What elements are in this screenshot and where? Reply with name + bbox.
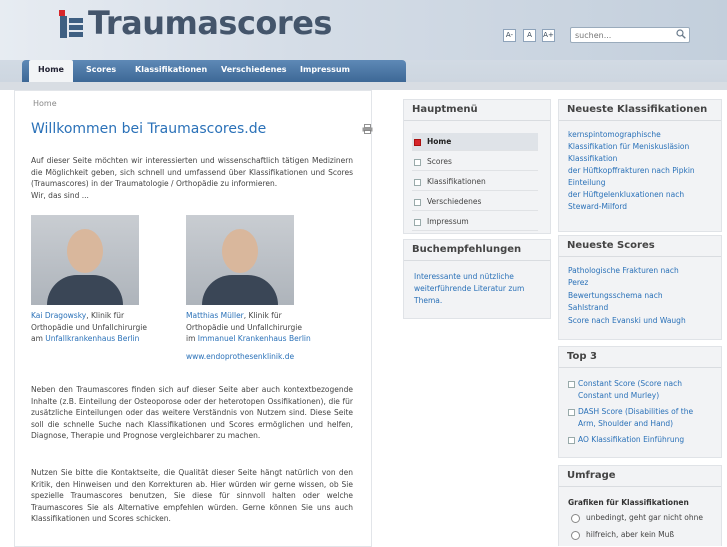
klassifikation-pipkin-link[interactable]: Klassifikation der Hüftkopffrakturen nach…	[568, 153, 695, 177]
top3-panel: Top 3 Constant Score (Score nach Constant…	[558, 346, 722, 458]
bullet-icon	[414, 138, 421, 146]
nav-home[interactable]: Home	[29, 60, 73, 82]
bullet-icon	[414, 198, 421, 206]
klassifikation-meniskus-link[interactable]: kernspintomographische Klassifikation für…	[568, 129, 689, 153]
print-icon[interactable]	[362, 124, 373, 134]
nav-impressum[interactable]: Impressum	[300, 60, 350, 82]
bullet-icon	[568, 408, 575, 416]
radio-icon[interactable]	[571, 513, 580, 523]
menu-klassifikationen[interactable]: Klassifikationen	[412, 173, 538, 191]
search-input[interactable]	[573, 28, 677, 42]
buchempfehlungen-link[interactable]: Interessante und nützliche weiterführende…	[414, 271, 524, 307]
caption-matthias-mueller: Matthias Müller, Klinik für Orthopädie u…	[186, 311, 311, 361]
bullet-icon	[568, 436, 575, 444]
font-reset-button[interactable]: A	[523, 29, 536, 42]
hauptmenu-title: Hauptmenü	[404, 100, 550, 121]
bullet-icon	[414, 218, 421, 226]
neueste-klassifikationen-title: Neueste Klassifikationen	[559, 100, 721, 121]
poll-option-2[interactable]: hilfreich, aber kein Muß	[571, 530, 674, 540]
main-nav: Home Scores Klassifikationen Verschieden…	[22, 60, 406, 82]
bullet-icon	[414, 178, 421, 186]
font-increase-button[interactable]: A+	[542, 29, 555, 42]
menu-home[interactable]: Home	[412, 133, 538, 151]
neueste-klassifikationen-panel: Neueste Klassifikationen kernspintomogra…	[558, 99, 722, 232]
poll-option-1[interactable]: unbedingt, geht gar nicht ohne	[571, 513, 703, 523]
neueste-scores-panel: Neueste Scores Pathologische Frakturen n…	[558, 235, 722, 340]
top3-ao-klassifikation[interactable]: AO Klassifikation Einführung	[568, 434, 716, 446]
umfrage-title: Umfrage	[559, 466, 721, 487]
buchempfehlungen-title: Buchempfehlungen	[404, 240, 550, 261]
score-evanski-waugh-link[interactable]: Score nach Evanski und Waugh	[568, 315, 686, 327]
main-content: Home Willkommen bei Traumascores.de Auf …	[14, 90, 372, 547]
link-endoprothesenklinik[interactable]: www.endoprothesenklinik.de	[186, 352, 294, 361]
paragraph-context: Neben den Traumascores finden sich auf d…	[31, 385, 353, 440]
menu-scores[interactable]: Scores	[412, 153, 538, 171]
logo-text[interactable]: Traumascores	[88, 4, 332, 42]
logo-icon[interactable]	[57, 10, 83, 40]
breadcrumb[interactable]: Home	[33, 99, 57, 108]
photo-matthias-mueller	[186, 215, 294, 305]
bullet-icon	[568, 380, 575, 388]
nav-klassifikationen[interactable]: Klassifikationen	[135, 60, 207, 82]
nav-scores[interactable]: Scores	[86, 60, 116, 82]
page-title: Willkommen bei Traumascores.de	[31, 121, 267, 137]
umfrage-question: Grafiken für Klassifikationen	[568, 498, 689, 507]
top3-dash-score[interactable]: DASH Score (Disabilities of the Arm, Shou…	[568, 406, 716, 430]
font-decrease-button[interactable]: A-	[503, 29, 516, 42]
paragraph-contact: Nutzen Sie bitte die Kontaktseite, die Q…	[31, 468, 353, 523]
hauptmenu-panel: Hauptmenü Home Scores Klassifikationen V…	[403, 99, 551, 234]
buchempfehlungen-panel: Buchempfehlungen Interessante und nützli…	[403, 239, 551, 319]
search-box	[570, 27, 690, 43]
content-divider	[0, 82, 727, 90]
neueste-scores-title: Neueste Scores	[559, 236, 721, 257]
top3-title: Top 3	[559, 347, 721, 368]
link-immanuel-krankenhaus[interactable]: Immanuel Krankenhaus Berlin	[198, 334, 311, 343]
bullet-icon	[414, 158, 421, 166]
link-unfallkrankenhaus-berlin[interactable]: Unfallkrankenhaus Berlin	[45, 334, 139, 343]
caption-kai-dragowsky: Kai Dragowsky, Klinik für Orthopädie und…	[31, 311, 147, 343]
score-sahlstrand-link[interactable]: Bewertungsschema nach Sahlstrand	[568, 290, 663, 314]
klassifikation-steward-milford-link[interactable]: Einteilung der Hüftgelenkluxationen nach S…	[568, 177, 684, 213]
photo-kai-dragowsky	[31, 215, 139, 305]
nav-verschiedenes[interactable]: Verschiedenes	[221, 60, 287, 82]
menu-verschiedenes[interactable]: Verschiedenes	[412, 193, 538, 211]
link-matthias-mueller[interactable]: Matthias Müller	[186, 311, 244, 320]
score-perez-link[interactable]: Pathologische Frakturen nach Perez	[568, 265, 679, 289]
link-kai-dragowsky[interactable]: Kai Dragowsky	[31, 311, 86, 320]
intro-text: Auf dieser Seite möchten wir interessier…	[31, 156, 353, 200]
menu-impressum[interactable]: Impressum	[412, 213, 538, 231]
search-icon[interactable]	[676, 29, 686, 39]
top3-constant-score[interactable]: Constant Score (Score nach Constant und M…	[568, 378, 716, 402]
radio-icon[interactable]	[571, 530, 580, 540]
